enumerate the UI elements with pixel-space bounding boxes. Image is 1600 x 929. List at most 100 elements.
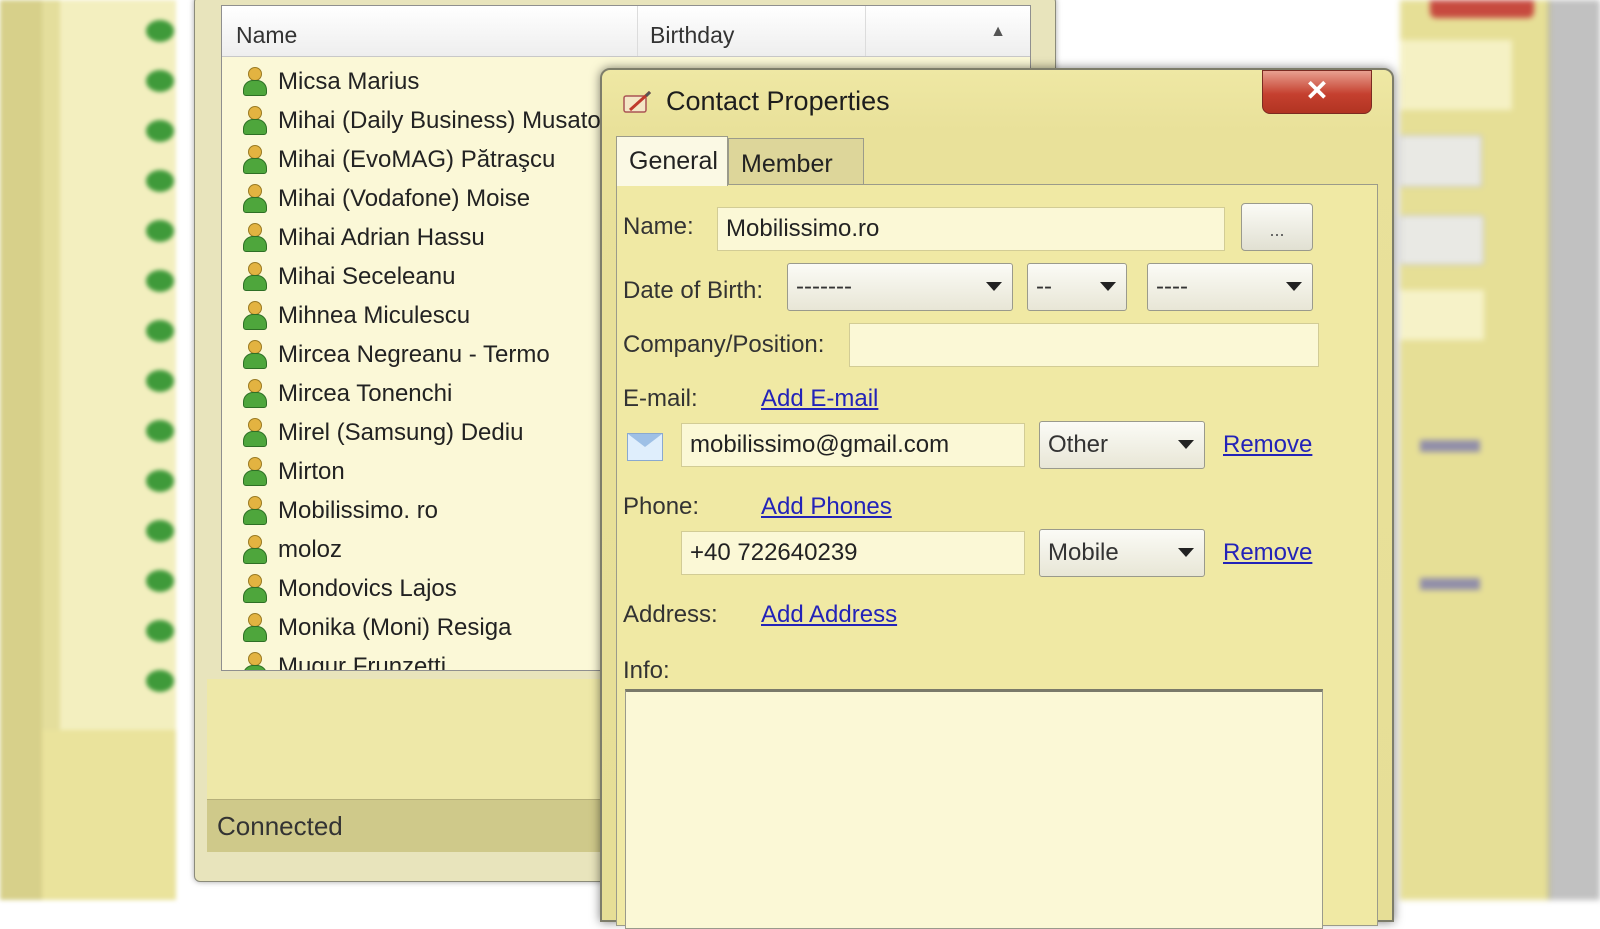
background-contact-icon [146,220,174,242]
contact-icon [240,534,268,565]
background-contact-icon [146,270,174,292]
info-label: Info: [623,657,670,684]
contact-name: Mihai (EvoMAG) Pătraşcu [278,145,556,173]
column-header-name[interactable]: Name [222,6,638,56]
phone-type-value: Mobile [1048,539,1119,566]
background-strip [0,0,42,900]
date-of-birth-label: Date of Birth: [623,277,764,304]
contact-icon [240,612,268,643]
contact-name: Mircea Tonenchi [278,379,453,407]
contact-name: moloz [278,535,343,563]
dropdown-arrow-icon [1100,282,1116,291]
contact-name: Mirton [278,457,345,485]
contact-icon [240,183,268,214]
background-panel [1400,40,1512,110]
dob-day-select[interactable]: ------- [787,263,1013,311]
background-button [1400,135,1482,187]
contact-name: Mobilissimo. ro [278,496,439,524]
remove-phone-link[interactable]: Remove [1223,539,1312,567]
background-window-left [0,0,176,900]
contact-icon [240,339,268,370]
contact-icon [240,261,268,292]
background-contact-icon [146,520,174,542]
add-email-link[interactable]: Add E-mail [761,385,878,413]
dropdown-arrow-icon [986,282,1002,291]
add-address-link[interactable]: Add Address [761,601,897,629]
name-field[interactable]: Mobilissimo.ro [717,207,1225,251]
background-contact-icon [146,620,174,642]
contact-name: Mihai (Vodafone) Moise [278,184,531,212]
dialog-title: Contact Properties [666,86,890,116]
connection-status: Connected [217,811,343,841]
background-footer [42,730,176,900]
address-label: Address: [623,601,718,628]
name-browse-button[interactable]: ... [1241,203,1313,251]
contact-icon [240,300,268,331]
background-contact-icon [146,570,174,592]
phone-label: Phone: [623,493,700,520]
background-contact-icon [146,20,174,42]
contact-name: Micsa Marius [278,67,420,95]
background-contact-icon [146,670,174,692]
contact-name: Mihai (Daily Business) Musato [278,106,601,134]
background-contact-icon [146,70,174,92]
email-type-select[interactable]: Other [1039,421,1205,469]
info-textarea[interactable] [625,689,1323,929]
dialog-titlebar[interactable]: Contact Properties ✕ [602,70,1392,136]
scroll-up-arrow-icon[interactable]: ▲ [982,16,1014,48]
column-header-birthday[interactable]: Birthday [638,6,866,56]
contact-icon [240,378,268,409]
contact-icon [240,222,268,253]
dob-day-value: ------- [796,273,852,300]
contact-name: Mihnea Miculescu [278,301,471,329]
name-label: Name: [623,213,694,240]
contact-icon [240,573,268,604]
contact-icon [240,495,268,526]
background-link [1420,440,1480,452]
background-contact-icon [146,470,174,492]
remove-email-link[interactable]: Remove [1223,431,1312,459]
dob-year-select[interactable]: ---- [1147,263,1313,311]
contact-icon [240,66,268,97]
general-tab-panel: Name: Mobilissimo.ro ... Date of Birth: … [616,184,1378,929]
phone-field[interactable]: +40 722640239 [681,531,1025,575]
tab-member-of[interactable]: Member Of [728,138,864,228]
contact-card-icon [623,90,652,113]
list-header: Name Birthday ▲ [222,6,1030,57]
contact-name: Mircea Negreanu - Termo [278,340,550,368]
background-contact-icon [146,120,174,142]
background-edge [1548,0,1600,900]
email-type-value: Other [1048,431,1109,458]
background-link [1420,578,1480,590]
dialog-tabs: General Member Of [616,136,1376,228]
close-button[interactable]: ✕ [1262,70,1372,114]
contact-icon [240,417,268,448]
contact-icon [240,651,268,670]
dob-year-value: ---- [1156,273,1188,300]
dob-month-value: -- [1036,273,1052,300]
contact-properties-dialog: Contact Properties ✕ General Member Of N… [600,68,1394,929]
background-contact-icon [146,320,174,342]
contact-name: Mondovics Lajos [278,574,457,602]
dropdown-arrow-icon [1178,440,1194,449]
background-combo [1400,215,1484,265]
background-list [60,0,176,730]
phone-type-select[interactable]: Mobile [1039,529,1205,577]
tab-general[interactable]: General [616,136,728,186]
contact-icon [240,144,268,175]
company-position-field[interactable] [849,323,1319,367]
background-contact-icon [146,420,174,442]
dropdown-arrow-icon [1286,282,1302,291]
add-phones-link[interactable]: Add Phones [761,493,892,521]
email-label: E-mail: [623,385,698,412]
email-envelope-icon [627,433,663,461]
contact-name: Mugur Frunzetti [278,652,447,671]
contact-name: Monika (Moni) Resiga [278,613,512,641]
email-field[interactable]: mobilissimo@gmail.com [681,423,1025,467]
dob-month-select[interactable]: -- [1027,263,1127,311]
dropdown-arrow-icon [1178,548,1194,557]
background-field [1400,290,1484,340]
contact-icon [240,456,268,487]
contact-name: Mihai Adrian Hassu [278,223,485,251]
background-contact-icon [146,170,174,192]
